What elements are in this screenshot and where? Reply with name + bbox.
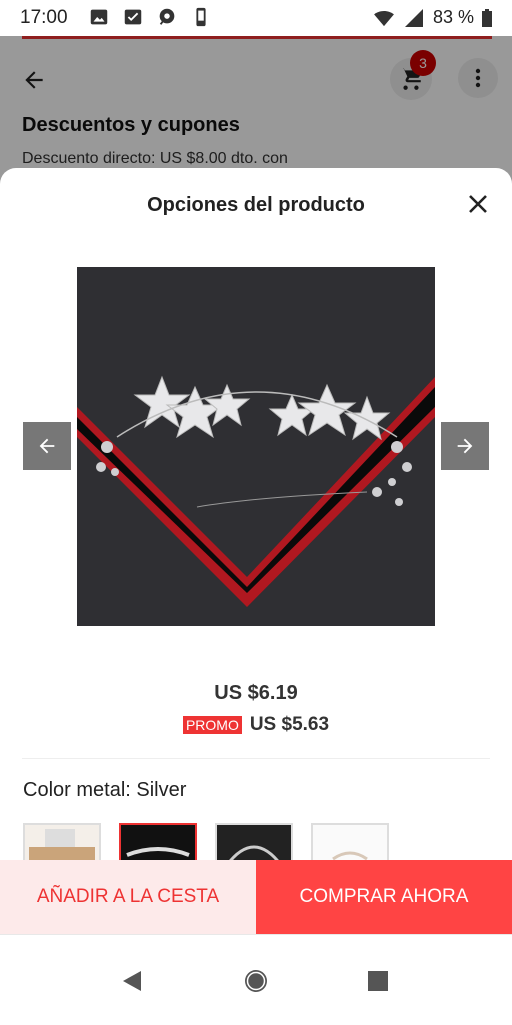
close-icon — [469, 195, 487, 213]
product-options-sheet: Opciones del producto US $6.19 PROMO US … — [0, 168, 512, 935]
wifi-icon — [374, 10, 394, 26]
triangle-back-icon — [123, 971, 141, 991]
status-right: 83 % — [373, 7, 492, 28]
circle-home-icon — [245, 970, 267, 992]
previous-image-button[interactable] — [23, 422, 71, 470]
status-notification-icons — [88, 6, 212, 30]
tiara-product-illustration — [77, 267, 435, 626]
battery-percent: 83 % — [432, 7, 474, 27]
arrow-right-icon — [457, 438, 473, 454]
arrow-left-icon — [39, 438, 55, 454]
chat-icon — [159, 8, 175, 25]
signal-icon — [404, 8, 423, 27]
status-bar: 17:00 83 % — [0, 0, 512, 36]
product-image — [77, 267, 435, 626]
check-photo-icon — [124, 9, 142, 25]
square-recents-icon — [368, 971, 388, 991]
phone-icon — [196, 7, 206, 27]
battery-icon — [482, 8, 492, 27]
close-button[interactable] — [460, 186, 496, 222]
color-metal-label: Color metal: Silver — [23, 779, 187, 801]
status-time: 17:00 — [20, 7, 68, 28]
buy-now-button[interactable]: COMPRAR AHORA — [256, 860, 512, 934]
add-to-cart-button[interactable]: AÑADIR A LA CESTA — [0, 860, 256, 934]
nav-home-button[interactable] — [242, 967, 270, 995]
divider — [22, 758, 490, 759]
sheet-title: Opciones del producto — [147, 194, 365, 216]
system-navigation-bar — [0, 934, 512, 1025]
promo-price: US $5.63 — [249, 714, 330, 735]
nav-back-button[interactable] — [118, 967, 146, 995]
next-image-button[interactable] — [441, 422, 489, 470]
promo-badge: PROMO — [182, 716, 242, 734]
promo-price-row: PROMO US $5.63 — [0, 714, 512, 736]
image-icon — [90, 9, 108, 25]
original-price: US $6.19 — [214, 682, 298, 704]
nav-recents-button[interactable] — [364, 967, 392, 995]
